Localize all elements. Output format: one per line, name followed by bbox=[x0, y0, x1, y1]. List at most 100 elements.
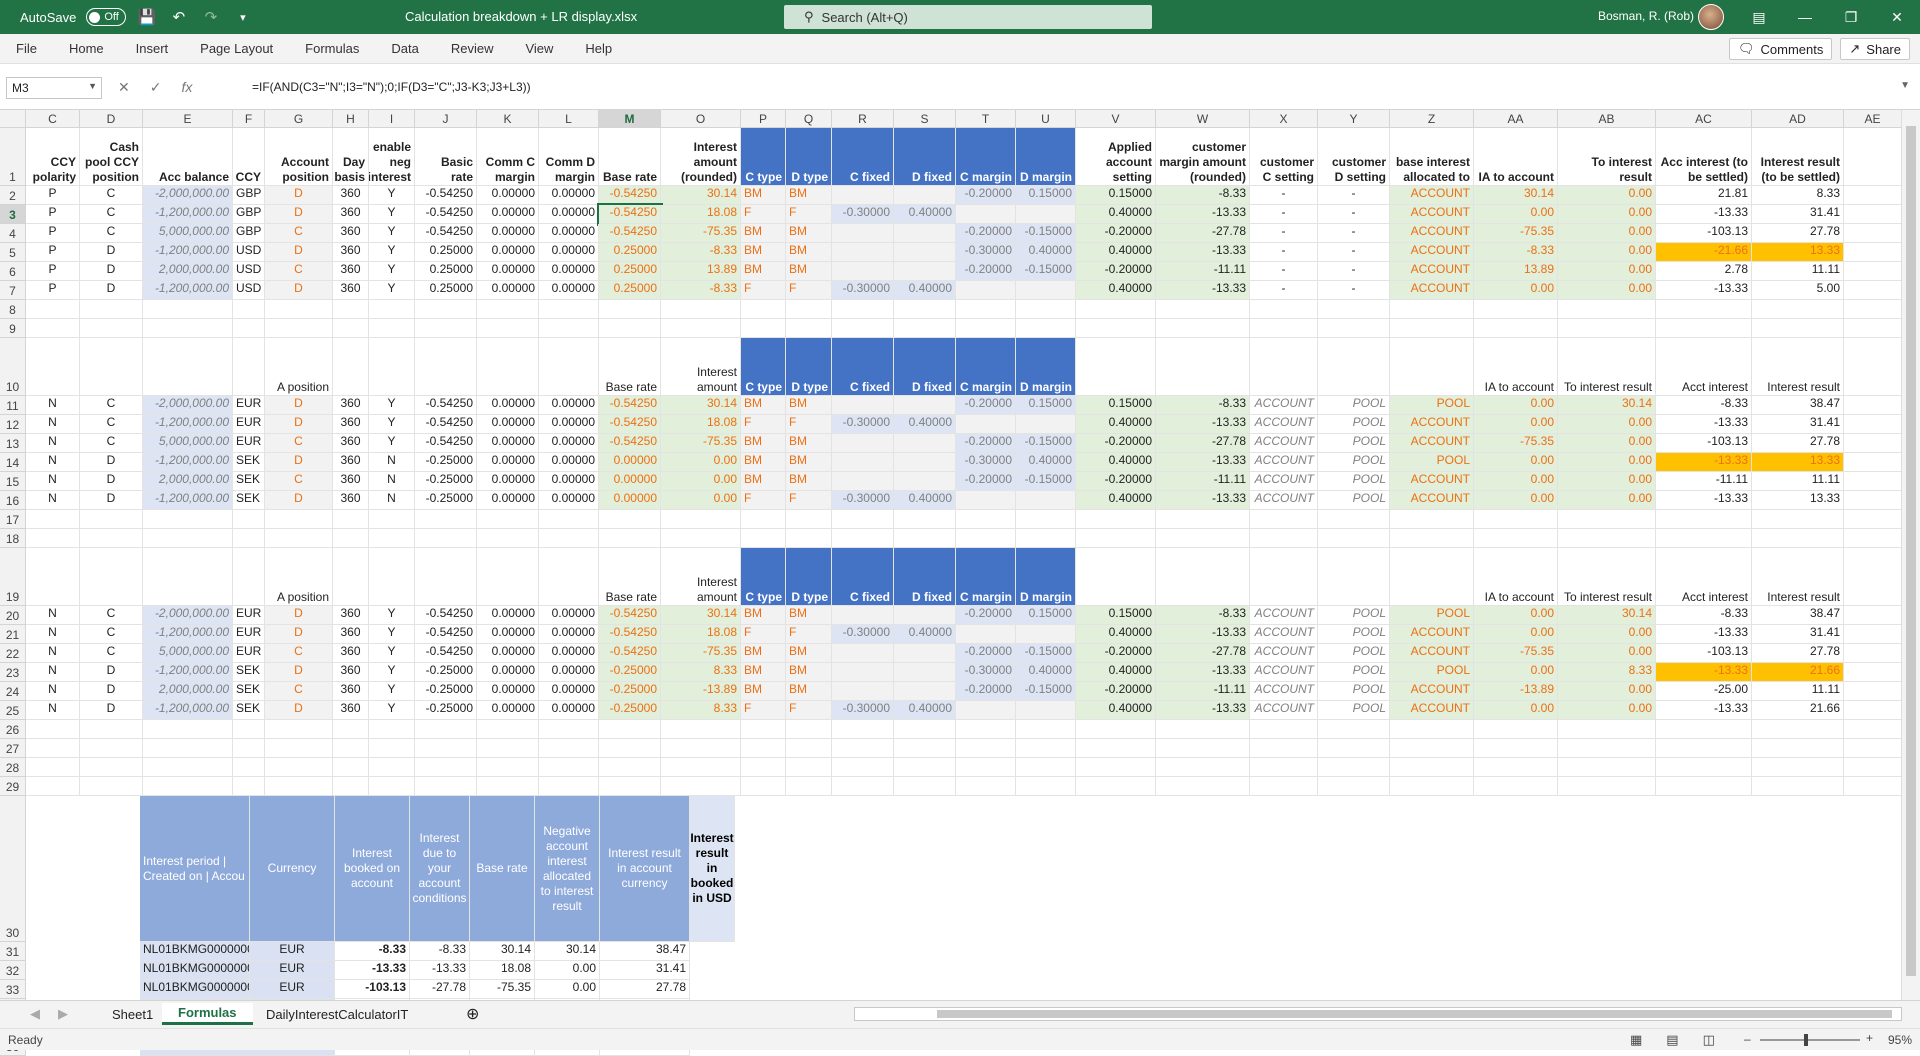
header-cell[interactable] bbox=[1156, 548, 1250, 606]
cell[interactable]: 27.78 bbox=[1752, 644, 1844, 663]
cell[interactable] bbox=[1844, 644, 1902, 663]
cell[interactable]: -0.54250 bbox=[599, 415, 661, 434]
header-cell[interactable]: To interest result bbox=[1558, 128, 1656, 186]
cell[interactable] bbox=[661, 777, 741, 796]
cell[interactable]: POOL bbox=[1318, 434, 1390, 453]
cell[interactable]: 0.00 bbox=[1558, 243, 1656, 262]
cell[interactable]: POOL bbox=[1318, 663, 1390, 682]
cell[interactable]: C bbox=[80, 644, 143, 663]
cell[interactable]: 0.00000 bbox=[539, 396, 599, 415]
cell[interactable]: 0.00 bbox=[661, 491, 741, 510]
row-header-27[interactable]: 27 bbox=[0, 739, 26, 758]
cell[interactable]: -13.89 bbox=[1474, 682, 1558, 701]
cell[interactable] bbox=[741, 319, 786, 338]
cell[interactable]: 0.00 bbox=[1558, 205, 1656, 224]
summary-cell[interactable]: -13.33 bbox=[335, 961, 410, 980]
cell[interactable]: -0.25000 bbox=[599, 682, 661, 701]
cell[interactable] bbox=[894, 186, 956, 205]
cell[interactable] bbox=[1656, 319, 1752, 338]
cell[interactable] bbox=[956, 625, 1016, 644]
column-header-l[interactable]: L bbox=[539, 110, 599, 128]
cell[interactable]: BM bbox=[741, 186, 786, 205]
cell[interactable] bbox=[1844, 224, 1902, 243]
cell[interactable]: -0.15000 bbox=[1016, 472, 1076, 491]
cell[interactable]: -75.35 bbox=[1474, 224, 1558, 243]
summary-cell[interactable]: EUR bbox=[250, 961, 335, 980]
cell[interactable]: 0.00000 bbox=[477, 434, 539, 453]
row-header-26[interactable]: 26 bbox=[0, 720, 26, 739]
cell[interactable] bbox=[1016, 319, 1076, 338]
cell[interactable] bbox=[1076, 777, 1156, 796]
cell[interactable]: -13.33 bbox=[1656, 205, 1752, 224]
zoom-out-icon[interactable]: – bbox=[1744, 1032, 1751, 1046]
cell[interactable]: 5.00 bbox=[1752, 281, 1844, 300]
cell[interactable]: -75.35 bbox=[661, 434, 741, 453]
cell[interactable]: -103.13 bbox=[1656, 434, 1752, 453]
cell[interactable]: 0.40000 bbox=[1076, 243, 1156, 262]
cell[interactable]: 5,000,000.00 bbox=[143, 644, 233, 663]
summary-header[interactable]: Interest booked on account bbox=[335, 796, 410, 942]
cell[interactable] bbox=[1844, 720, 1902, 739]
cell[interactable]: N bbox=[26, 644, 80, 663]
cell[interactable] bbox=[1318, 300, 1390, 319]
header-cell[interactable]: C margin bbox=[956, 128, 1016, 186]
cell[interactable] bbox=[333, 758, 369, 777]
cell[interactable]: -8.33 bbox=[1156, 186, 1250, 205]
cell[interactable] bbox=[1016, 205, 1076, 224]
cell[interactable] bbox=[1558, 777, 1656, 796]
cell[interactable]: 38.47 bbox=[1752, 606, 1844, 625]
cell[interactable] bbox=[1156, 720, 1250, 739]
cell[interactable]: D bbox=[80, 663, 143, 682]
cell[interactable]: -0.20000 bbox=[956, 606, 1016, 625]
cell[interactable] bbox=[477, 300, 539, 319]
cell[interactable]: 0.00000 bbox=[539, 682, 599, 701]
cell[interactable]: 0.00 bbox=[1474, 491, 1558, 510]
cell[interactable]: -75.35 bbox=[1474, 644, 1558, 663]
cell[interactable]: D bbox=[80, 701, 143, 720]
enter-icon[interactable]: ✓ bbox=[150, 79, 162, 96]
cell[interactable]: -13.33 bbox=[1156, 663, 1250, 682]
cell[interactable] bbox=[539, 319, 599, 338]
cell[interactable]: 0.00000 bbox=[477, 606, 539, 625]
cell[interactable]: N bbox=[26, 491, 80, 510]
cell[interactable]: -103.13 bbox=[1656, 224, 1752, 243]
cell[interactable] bbox=[1752, 739, 1844, 758]
header-cell[interactable] bbox=[415, 338, 477, 396]
cell[interactable] bbox=[1318, 319, 1390, 338]
cell[interactable] bbox=[1390, 777, 1474, 796]
cell[interactable]: -0.25000 bbox=[415, 491, 477, 510]
cell[interactable]: 360 bbox=[333, 472, 369, 491]
header-cell[interactable]: customer C setting bbox=[1250, 128, 1318, 186]
cell[interactable]: 0.00000 bbox=[539, 262, 599, 281]
cell[interactable]: 18.08 bbox=[661, 205, 741, 224]
cell[interactable]: 0.40000 bbox=[894, 281, 956, 300]
cell[interactable]: 0.00 bbox=[1558, 682, 1656, 701]
cell[interactable]: D bbox=[80, 491, 143, 510]
tab-sheet1[interactable]: Sheet1 bbox=[96, 1003, 169, 1025]
cell[interactable]: D bbox=[265, 701, 333, 720]
cell[interactable]: ACCOUNT bbox=[1390, 701, 1474, 720]
cell[interactable] bbox=[539, 300, 599, 319]
cell[interactable] bbox=[894, 529, 956, 548]
cell[interactable]: 0.25000 bbox=[599, 262, 661, 281]
cell[interactable] bbox=[894, 663, 956, 682]
column-header-s[interactable]: S bbox=[894, 110, 956, 128]
summary-cell[interactable]: 30.14 bbox=[535, 942, 600, 961]
cell[interactable] bbox=[26, 319, 80, 338]
column-header-ac[interactable]: AC bbox=[1656, 110, 1752, 128]
cell[interactable]: SEK bbox=[233, 682, 265, 701]
cell[interactable]: -0.54250 bbox=[415, 606, 477, 625]
cell[interactable]: C bbox=[265, 472, 333, 491]
cell[interactable] bbox=[786, 758, 832, 777]
cell[interactable] bbox=[1156, 758, 1250, 777]
cell[interactable]: -13.33 bbox=[1156, 243, 1250, 262]
cell[interactable] bbox=[369, 300, 415, 319]
cell[interactable]: C bbox=[80, 415, 143, 434]
formula-input[interactable]: =IF(AND(C3="N";I3="N");0;IF(D3="C";J3-K3… bbox=[252, 80, 531, 94]
cell[interactable]: 8.33 bbox=[661, 663, 741, 682]
cell[interactable] bbox=[26, 720, 80, 739]
cell[interactable]: 0.00 bbox=[1474, 472, 1558, 491]
cell[interactable] bbox=[80, 777, 143, 796]
cell[interactable]: 0.00 bbox=[661, 453, 741, 472]
cell[interactable]: EUR bbox=[233, 606, 265, 625]
